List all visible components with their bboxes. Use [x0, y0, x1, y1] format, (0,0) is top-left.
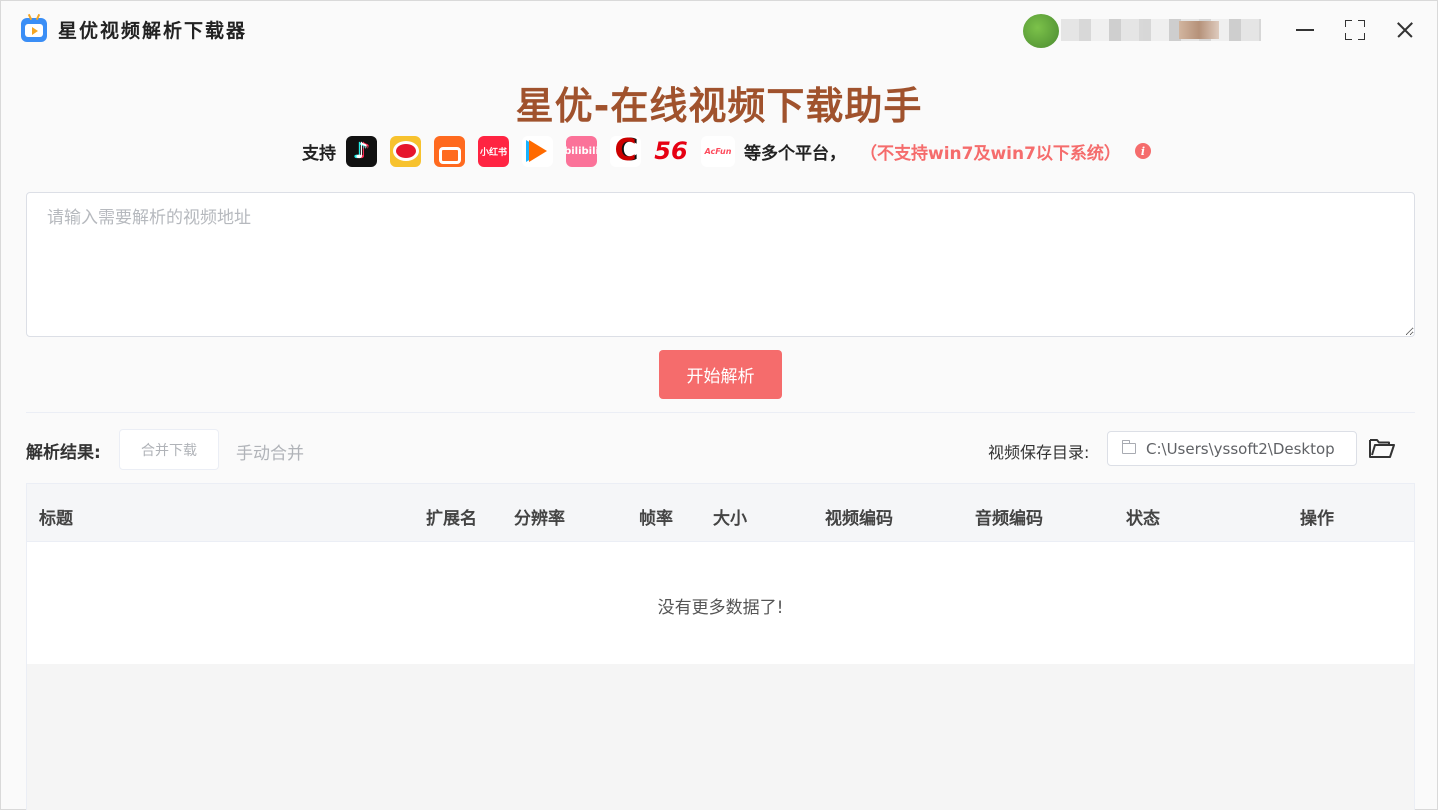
- app-title: 星优视频解析下载器: [58, 20, 248, 42]
- kuaishou-icon: [434, 135, 465, 167]
- title-bar: 星优视频解析下载器: [1, 1, 1437, 61]
- table-body: 没有更多数据了!: [27, 542, 1414, 664]
- column-header-audio-codec: 音频编码: [975, 509, 1043, 529]
- supported-platforms: 支持 小红书 bilibili 等多个平台， （不支持win7及win7以下系统…: [302, 135, 1151, 167]
- table-header: 标题 扩展名 分辨率 帧率 大小 视频编码 音频编码 状态 操作: [27, 484, 1414, 542]
- close-button[interactable]: [1392, 17, 1418, 43]
- tv-logo-icon: [21, 13, 47, 42]
- column-header-extension: 扩展名: [426, 509, 477, 529]
- start-parse-button[interactable]: 开始解析: [659, 350, 782, 399]
- column-header-framerate: 帧率: [639, 509, 673, 529]
- open-folder-icon[interactable]: [1368, 435, 1396, 461]
- tencent-video-icon: [522, 135, 553, 167]
- column-header-status: 状态: [1126, 509, 1160, 529]
- column-header-video-codec: 视频编码: [825, 509, 893, 529]
- column-header-resolution: 分辨率: [514, 509, 565, 529]
- bilibili-icon: bilibili: [566, 135, 597, 167]
- column-header-action: 操作: [1300, 509, 1334, 529]
- empty-state-text: 没有更多数据了!: [657, 598, 784, 618]
- folder-icon: [1122, 440, 1136, 454]
- column-header-title: 标题: [39, 509, 73, 529]
- video-url-input[interactable]: [26, 192, 1415, 337]
- xiaohongshu-icon: 小红书: [478, 135, 509, 167]
- divider: [26, 412, 1415, 413]
- user-avatar[interactable]: [1023, 14, 1059, 48]
- maximize-button[interactable]: [1342, 17, 1368, 43]
- os-warning: （不支持win7及win7以下系统）: [860, 143, 1121, 164]
- user-name-blurred[interactable]: [1061, 19, 1261, 41]
- save-dir-field[interactable]: C:\Users\yssoft2\Desktop: [1107, 431, 1357, 466]
- acfun-icon: [701, 135, 735, 167]
- app-window: 星优视频解析下载器 星优-在线视频下载助手 支持 小红书 bilibili 等多…: [0, 0, 1438, 810]
- more-platforms-text: 等多个平台，: [744, 143, 846, 164]
- hero-title: 星优-在线视频下载助手: [515, 84, 923, 128]
- results-table: 标题 扩展名 分辨率 帧率 大小 视频编码 音频编码 状态 操作 没有更多数据了…: [26, 483, 1415, 810]
- minimize-button[interactable]: [1292, 17, 1318, 43]
- info-icon[interactable]: i: [1134, 143, 1151, 159]
- 56-icon: [654, 136, 688, 167]
- weibo-icon: [390, 135, 421, 167]
- douyin-icon: [346, 135, 377, 167]
- manual-merge-link[interactable]: 手动合并: [236, 439, 304, 464]
- save-dir-value: C:\Users\yssoft2\Desktop: [1146, 439, 1335, 458]
- save-dir-label: 视频保存目录:: [988, 443, 1090, 462]
- support-label: 支持: [302, 143, 336, 164]
- cctv-icon: [610, 135, 641, 167]
- merge-download-button[interactable]: 合并下载: [119, 429, 219, 470]
- results-label: 解析结果:: [26, 443, 101, 463]
- column-header-size: 大小: [713, 509, 747, 529]
